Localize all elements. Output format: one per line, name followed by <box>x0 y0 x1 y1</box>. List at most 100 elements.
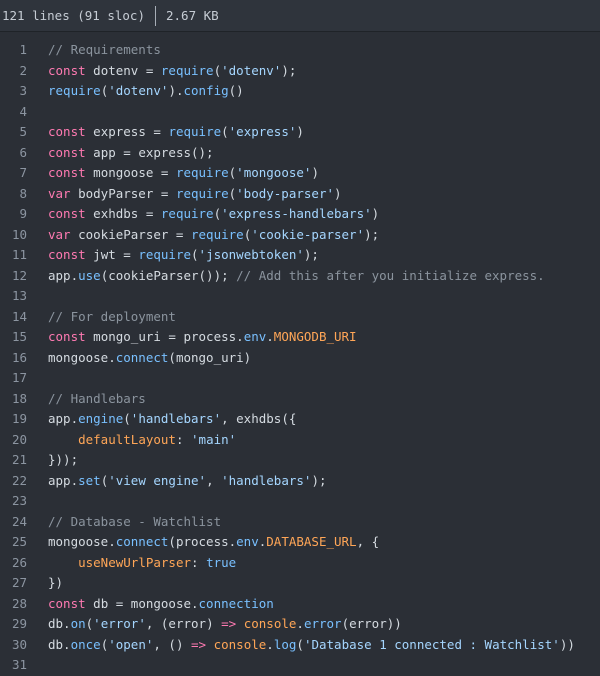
code-line: 14 // For deployment <box>0 307 600 328</box>
line-number[interactable]: 1 <box>0 40 27 61</box>
code-line: 21})); <box>0 450 600 471</box>
line-number[interactable]: 3 <box>0 81 27 102</box>
line-number[interactable]: 26 <box>0 553 27 574</box>
code-text: var cookieParser = require('cookie-parse… <box>27 225 379 246</box>
code-line: 28 const db = mongoose.connection <box>0 594 600 615</box>
code-token-plain: , () <box>153 636 192 652</box>
code-line: 26 useNewUrlParser: true <box>0 553 600 574</box>
code-text: const mongoose = require('mongoose') <box>27 163 319 184</box>
line-number[interactable]: 10 <box>0 225 27 246</box>
code-token-plain: app. <box>48 472 79 488</box>
code-text: const jwt = require('jsonwebtoken'); <box>27 245 319 266</box>
code-text: const exhdbs = require('express-handleba… <box>27 204 379 225</box>
line-number[interactable]: 8 <box>0 184 27 205</box>
code-token-property: useNewUrlParser <box>78 554 191 570</box>
line-number[interactable]: 13 <box>0 286 27 307</box>
code-token-plain: express = <box>85 124 169 139</box>
code-token-plain: ( <box>221 124 229 139</box>
line-number[interactable]: 23 <box>0 491 27 512</box>
code-token-property: console <box>243 616 297 631</box>
code-token-plain: app. <box>48 411 79 426</box>
line-number[interactable]: 30 <box>0 635 27 656</box>
code-token-plain: db. <box>48 636 71 652</box>
line-number[interactable]: 29 <box>0 614 27 635</box>
code-token-plain: : <box>191 554 207 570</box>
line-number[interactable]: 7 <box>0 163 27 184</box>
code-token-plain: ); <box>281 62 297 78</box>
code-line: 31 <box>0 655 600 676</box>
line-number[interactable]: 18 <box>0 389 27 410</box>
line-number[interactable]: 20 <box>0 430 27 451</box>
line-number[interactable]: 17 <box>0 368 27 389</box>
code-line: 2 const dotenv = require('dotenv'); <box>0 61 600 82</box>
line-number[interactable]: 16 <box>0 348 27 369</box>
code-token-comment: // Database - Watchlist <box>48 513 222 529</box>
code-token-plain: ) <box>296 124 304 139</box>
code-text: // For deployment <box>27 307 176 328</box>
code-token-plain: mongo_uri = process. <box>85 329 244 344</box>
code-token-keyword: const <box>48 144 86 160</box>
code-text: useNewUrlParser: true <box>27 553 236 574</box>
code-token-func: true <box>206 554 237 570</box>
code-text: const express = require('express') <box>27 122 304 143</box>
line-number[interactable]: 24 <box>0 512 27 533</box>
code-token-string: 'Database 1 connected : Watchlist' <box>303 636 560 652</box>
code-token-func: require <box>175 185 229 201</box>
code-token-plain: , exhdbs({ <box>221 411 297 426</box>
code-token-string: 'handlebars' <box>221 472 312 488</box>
code-text: require('dotenv').config() <box>27 81 244 102</box>
code-token-keyword: const <box>48 247 86 262</box>
code-token-func: require <box>191 226 244 242</box>
line-number[interactable]: 28 <box>0 594 27 615</box>
code-token-string: 'open' <box>108 636 154 652</box>
line-number[interactable]: 15 <box>0 327 27 348</box>
code-token-keyword: => <box>221 616 237 631</box>
line-number[interactable]: 11 <box>0 245 27 266</box>
line-number[interactable]: 25 <box>0 532 27 553</box>
code-token-func: error <box>303 616 342 631</box>
code-token-plain: jwt = <box>85 247 139 262</box>
line-number[interactable]: 19 <box>0 409 27 430</box>
code-text: })); <box>27 450 78 471</box>
line-number[interactable]: 14 <box>0 307 27 328</box>
line-number[interactable]: 12 <box>0 266 27 287</box>
header-divider <box>155 5 156 26</box>
code-token-plain: cookieParser = <box>70 226 191 242</box>
code-token-keyword: var <box>48 185 71 201</box>
code-token-func: connect <box>115 534 169 549</box>
line-number[interactable]: 2 <box>0 61 27 82</box>
code-text: }) <box>27 573 63 594</box>
code-token-keyword: const <box>48 165 86 180</box>
line-number[interactable]: 4 <box>0 102 27 123</box>
line-number[interactable]: 21 <box>0 450 27 471</box>
code-token-string: 'mongoose' <box>236 165 312 180</box>
code-token-string: 'dotenv' <box>221 62 282 78</box>
line-number[interactable]: 5 <box>0 122 27 143</box>
code-viewer[interactable]: 1// Requirements 2 const dotenv = require(… <box>0 32 600 676</box>
code-token-plain: }) <box>48 575 64 590</box>
line-number[interactable]: 9 <box>0 204 27 225</box>
code-token-func: log <box>273 636 297 652</box>
code-line: 17 <box>0 368 600 389</box>
line-number[interactable]: 31 <box>0 655 27 676</box>
code-token-plain: dotenv = <box>85 62 161 78</box>
code-line: 24 // Database - Watchlist <box>0 512 600 533</box>
code-line: 5 const express = require('express') <box>0 122 600 143</box>
code-line: 29 db.on('error', (error) => console.erro… <box>0 614 600 635</box>
file-info-bar: 121 lines (91 sloc) 2.67 KB <box>0 0 600 32</box>
line-number[interactable]: 27 <box>0 573 27 594</box>
code-token-keyword: const <box>48 595 86 611</box>
code-token-plain: ) <box>371 206 380 221</box>
code-token-string: 'view engine' <box>108 472 207 488</box>
code-token-plain: db. <box>48 616 71 631</box>
line-number[interactable]: 22 <box>0 471 27 492</box>
code-token-keyword: => <box>191 636 207 652</box>
line-number[interactable]: 6 <box>0 143 27 164</box>
code-text: // Database - Watchlist <box>27 512 221 533</box>
code-token-string: 'jsonwebtoken' <box>198 247 304 262</box>
